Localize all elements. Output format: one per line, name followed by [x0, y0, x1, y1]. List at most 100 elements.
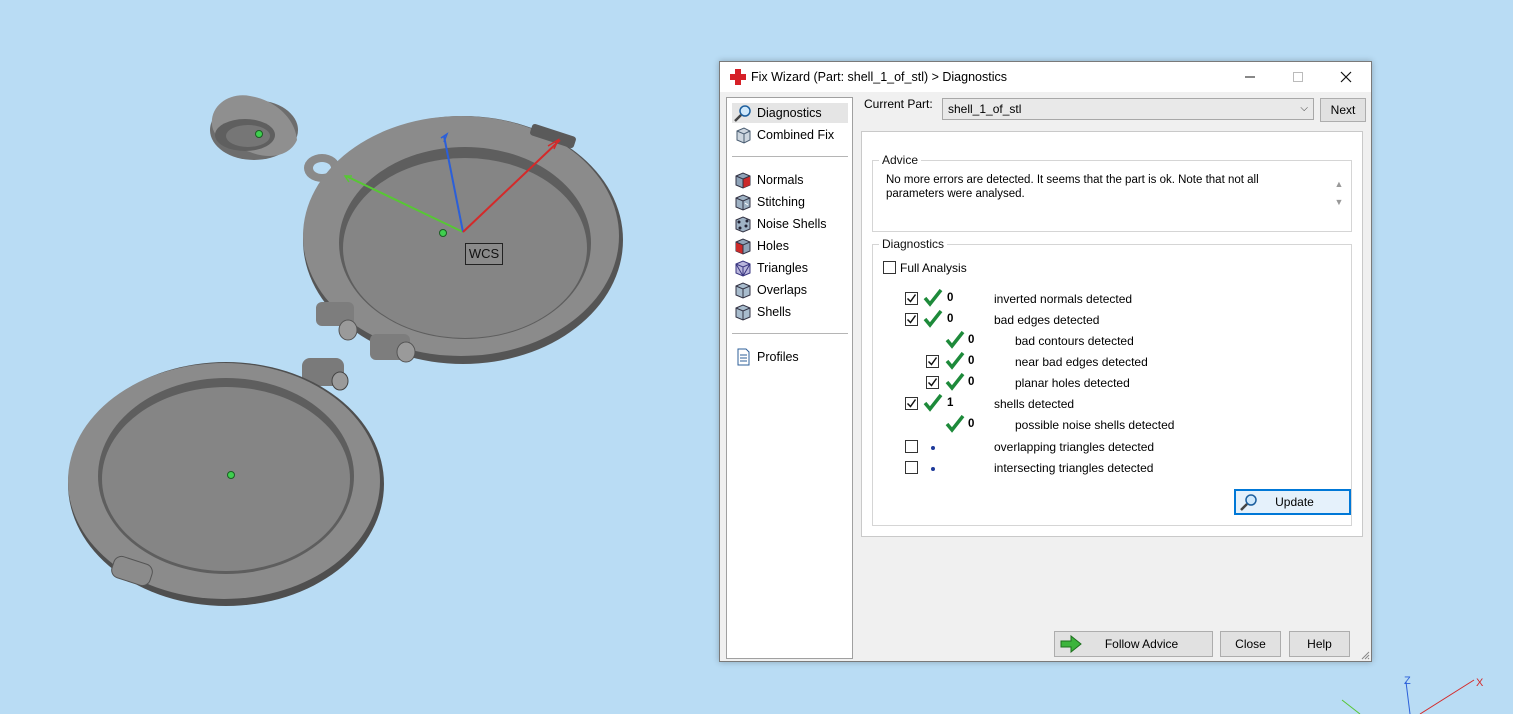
green-tick-icon — [923, 289, 943, 307]
nav-item-normals[interactable]: Normals — [732, 170, 808, 190]
nav-item-diagnostics[interactable]: Diagnostics — [732, 103, 848, 123]
close-icon — [1340, 71, 1352, 83]
maximize-button[interactable] — [1275, 62, 1321, 92]
advice-group: Advice No more errors are detected. It s… — [872, 153, 1352, 232]
advice-scrollbar[interactable]: ▲ ▼ — [1333, 175, 1345, 223]
shells-count: 1 — [947, 397, 954, 409]
bad-contours-count: 0 — [968, 334, 975, 346]
lower-case-part — [68, 358, 384, 606]
checkmark-icon — [906, 294, 917, 303]
current-part-value: shell_1_of_stl — [948, 102, 1022, 116]
chevron-down-icon: ⌵ — [1300, 103, 1308, 114]
nav-item-shells[interactable]: Shells — [732, 302, 795, 322]
intersecting-triangles-checkbox[interactable] — [905, 461, 918, 474]
scroll-down-icon[interactable]: ▼ — [1333, 193, 1345, 211]
current-part-label: Current Part: — [864, 97, 933, 111]
green-tick-icon — [945, 415, 965, 433]
inverted-normals-checkbox[interactable] — [905, 292, 918, 305]
wcs-label: WCS — [465, 243, 503, 265]
nav-label: Profiles — [757, 350, 799, 364]
overlapping-triangles-label: overlapping triangles detected — [994, 440, 1155, 454]
noise-shells-cube-icon — [735, 216, 751, 233]
magnifier-icon — [1240, 494, 1257, 511]
overlaps-cube-icon — [735, 282, 751, 299]
checkmark-icon — [927, 357, 938, 366]
update-label: Update — [1275, 495, 1314, 509]
bad-edges-count: 0 — [947, 313, 954, 325]
nav-separator — [732, 333, 848, 334]
fix-wizard-dialog: Fix Wizard (Part: shell_1_of_stl) > Diag… — [719, 61, 1372, 662]
resize-grip-icon[interactable] — [1360, 650, 1370, 660]
checkmark-icon — [906, 315, 917, 324]
bail-part — [210, 95, 298, 160]
green-tick-icon — [923, 310, 943, 328]
checkmark-icon — [906, 399, 917, 408]
triad-z-label: Z — [1404, 675, 1411, 687]
nav-label: Shells — [757, 305, 792, 319]
close-button[interactable]: Close — [1220, 631, 1281, 657]
green-tick-icon — [923, 394, 943, 412]
not-analysed-dot-icon — [931, 446, 935, 450]
near-bad-edges-checkbox[interactable] — [926, 355, 939, 368]
nav-label: Combined Fix — [757, 128, 835, 142]
triangles-cube-icon — [735, 260, 751, 277]
full-analysis-label: Full Analysis — [900, 261, 967, 275]
inverted-normals-count: 0 — [947, 292, 954, 304]
follow-advice-label: Follow Advice — [1104, 637, 1179, 651]
nav-label: Holes — [757, 239, 789, 253]
minimize-button[interactable] — [1227, 62, 1273, 92]
current-part-dropdown[interactable]: shell_1_of_stl ⌵ — [942, 98, 1314, 120]
green-tick-icon — [945, 331, 965, 349]
shells-label: shells detected — [994, 397, 1075, 411]
nav-item-triangles[interactable]: Triangles — [732, 258, 812, 278]
diagnostics-panel: Advice No more errors are detected. It s… — [861, 131, 1363, 537]
shells-checkbox[interactable] — [905, 397, 918, 410]
triad-x-label: X — [1476, 677, 1484, 689]
shells-cube-icon — [735, 304, 751, 321]
holes-cube-icon — [735, 238, 751, 255]
follow-advice-button[interactable]: Follow Advice — [1054, 631, 1213, 657]
bad-edges-checkbox[interactable] — [905, 313, 918, 326]
green-arrow-icon — [1060, 635, 1082, 653]
planar-holes-checkbox[interactable] — [926, 376, 939, 389]
nav-item-stitching[interactable]: Stitching — [732, 192, 809, 212]
magnifier-icon — [734, 105, 751, 122]
nav-item-overlaps[interactable]: Overlaps — [732, 280, 811, 300]
green-tick-icon — [945, 352, 965, 370]
nav-label: Noise Shells — [757, 217, 827, 231]
near-bad-edges-count: 0 — [968, 355, 975, 367]
overlapping-triangles-checkbox[interactable] — [905, 440, 918, 453]
scroll-up-icon[interactable]: ▲ — [1333, 175, 1345, 193]
upper-case-part — [303, 116, 623, 364]
nav-item-noise-shells[interactable]: Noise Shells — [732, 214, 830, 234]
nav-item-combined-fix[interactable]: Combined Fix — [732, 125, 838, 145]
nav-item-profiles[interactable]: Profiles — [732, 347, 803, 367]
inverted-normals-label: inverted normals detected — [994, 292, 1133, 306]
nav-label: Diagnostics — [757, 106, 822, 120]
help-button[interactable]: Help — [1289, 631, 1350, 657]
intersecting-triangles-label: intersecting triangles detected — [994, 461, 1154, 475]
wizard-nav: Diagnostics Combined Fix Normals Stitchi… — [726, 97, 853, 659]
close-window-button[interactable] — [1323, 62, 1369, 92]
dialog-titlebar[interactable]: Fix Wizard (Part: shell_1_of_stl) > Diag… — [720, 62, 1371, 92]
nav-label: Overlaps — [757, 283, 808, 297]
noise-shells-count: 0 — [968, 418, 975, 430]
combined-fix-icon — [736, 127, 751, 144]
next-button[interactable]: Next — [1320, 98, 1366, 122]
advice-text: No more errors are detected. It seems th… — [886, 174, 1259, 200]
document-icon — [737, 348, 750, 366]
nav-label: Triangles — [757, 261, 808, 275]
diagnostics-group: Diagnostics Full Analysis 0 inverted nor… — [872, 237, 1352, 526]
advice-title: Advice — [879, 153, 922, 167]
full-analysis-checkbox[interactable] — [883, 261, 896, 274]
planar-holes-count: 0 — [968, 376, 975, 388]
red-cross-icon — [730, 69, 746, 85]
update-button[interactable]: Update — [1234, 489, 1351, 515]
nav-item-holes[interactable]: Holes — [732, 236, 793, 256]
normals-cube-icon — [735, 172, 751, 189]
bad-contours-label: bad contours detected — [1015, 334, 1134, 348]
stitching-cube-icon — [735, 194, 751, 211]
nav-label: Normals — [757, 173, 804, 187]
maximize-icon — [1293, 72, 1303, 82]
near-bad-edges-label: near bad edges detected — [1015, 355, 1148, 369]
